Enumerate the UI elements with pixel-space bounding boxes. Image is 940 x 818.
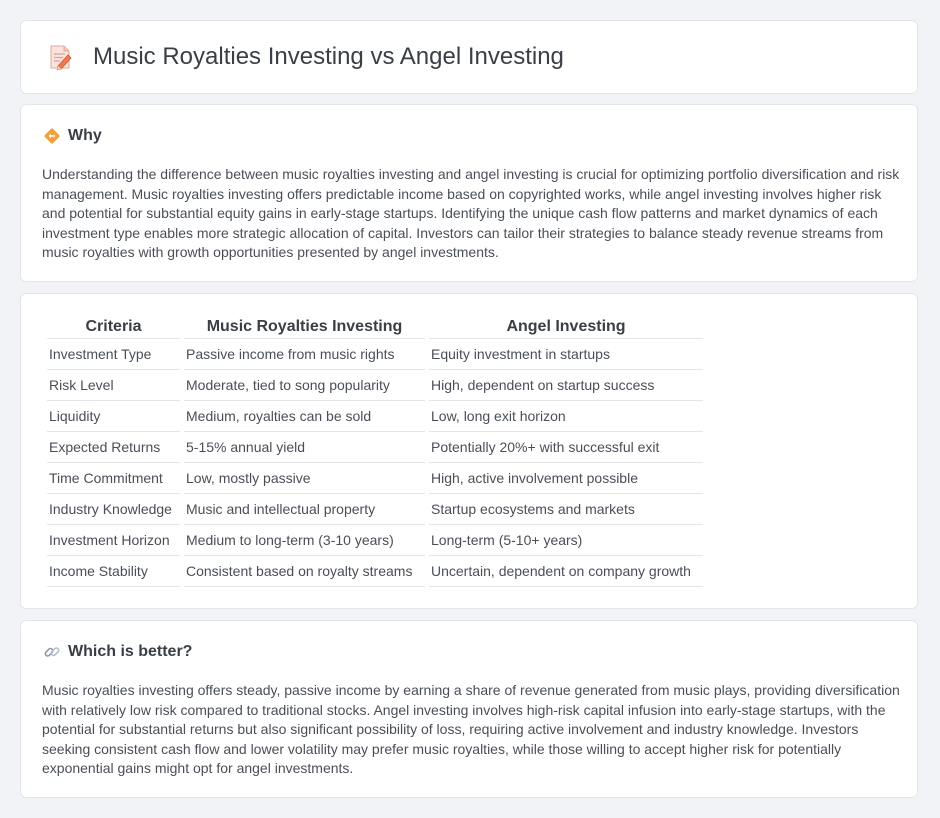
why-heading: Why — [43, 127, 102, 145]
angel-investing-cell: Startup ecosystems and markets — [429, 494, 703, 525]
why-text: Understanding the difference between mus… — [42, 166, 900, 261]
table-header-row: Criteria Music Royalties Investing Angel… — [47, 316, 703, 339]
criteria-cell: Time Commitment — [47, 463, 180, 494]
table-row: Liquidity Medium, royalties can be sold … — [47, 401, 703, 432]
music-royalties-cell: Medium, royalties can be sold — [184, 401, 425, 432]
table-row: Investment Type Passive income from musi… — [47, 339, 703, 370]
criteria-cell: Income Stability — [47, 556, 180, 587]
which-better-title: Which is better? — [68, 643, 193, 660]
criteria-cell: Expected Returns — [47, 432, 180, 463]
angel-investing-cell: High, active involvement possible — [429, 463, 703, 494]
criteria-cell: Risk Level — [47, 370, 180, 401]
angel-investing-cell: Long-term (5-10+ years) — [429, 525, 703, 556]
table-row: Risk Level Moderate, tied to song popula… — [47, 370, 703, 401]
music-royalties-cell: Moderate, tied to song popularity — [184, 370, 425, 401]
criteria-cell: Investment Type — [47, 339, 180, 370]
music-royalties-cell: Passive income from music rights — [184, 339, 425, 370]
angel-investing-cell: Uncertain, dependent on company growth — [429, 556, 703, 587]
comparison-card: Criteria Music Royalties Investing Angel… — [20, 293, 918, 609]
table-row: Time Commitment Low, mostly passive High… — [47, 463, 703, 494]
music-royalties-cell: Low, mostly passive — [184, 463, 425, 494]
music-royalties-cell: Medium to long-term (3-10 years) — [184, 525, 425, 556]
criteria-cell: Investment Horizon — [47, 525, 180, 556]
criteria-cell: Liquidity — [47, 401, 180, 432]
music-royalties-cell: Music and intellectual property — [184, 494, 425, 525]
angel-investing-cell: Potentially 20%+ with successful exit — [429, 432, 703, 463]
header-card: Music Royalties Investing vs Angel Inves… — [20, 20, 918, 94]
table-row: Industry Knowledge Music and intellectua… — [47, 494, 703, 525]
table-row: Investment Horizon Medium to long-term (… — [47, 525, 703, 556]
column-header-criteria: Criteria — [47, 316, 180, 339]
column-header-angel-investing: Angel Investing — [429, 316, 703, 339]
angel-investing-cell: Low, long exit horizon — [429, 401, 703, 432]
why-title: Why — [68, 127, 102, 144]
which-better-text: Music royalties investing offers steady,… — [42, 682, 900, 777]
music-royalties-cell: Consistent based on royalty streams — [184, 556, 425, 587]
table-row: Income Stability Consistent based on roy… — [47, 556, 703, 587]
which-better-heading: Which is better? — [43, 643, 192, 661]
music-royalties-cell: 5-15% annual yield — [184, 432, 425, 463]
angel-investing-cell: High, dependent on startup success — [429, 370, 703, 401]
why-card: Why Understanding the difference between… — [20, 104, 918, 282]
page-title: Music Royalties Investing vs Angel Inves… — [93, 43, 564, 70]
criteria-cell: Industry Knowledge — [47, 494, 180, 525]
link-icon — [43, 643, 61, 661]
table-row: Expected Returns 5-15% annual yield Pote… — [47, 432, 703, 463]
comparison-table: Criteria Music Royalties Investing Angel… — [43, 316, 707, 587]
angel-investing-cell: Equity investment in startups — [429, 339, 703, 370]
header-row: Music Royalties Investing vs Angel Inves… — [45, 42, 564, 72]
diamond-arrows-icon — [43, 127, 61, 145]
which-better-card: Which is better? Music royalties investi… — [20, 620, 918, 798]
column-header-music-royalties: Music Royalties Investing — [184, 316, 425, 339]
memo-pencil-icon — [45, 42, 75, 72]
